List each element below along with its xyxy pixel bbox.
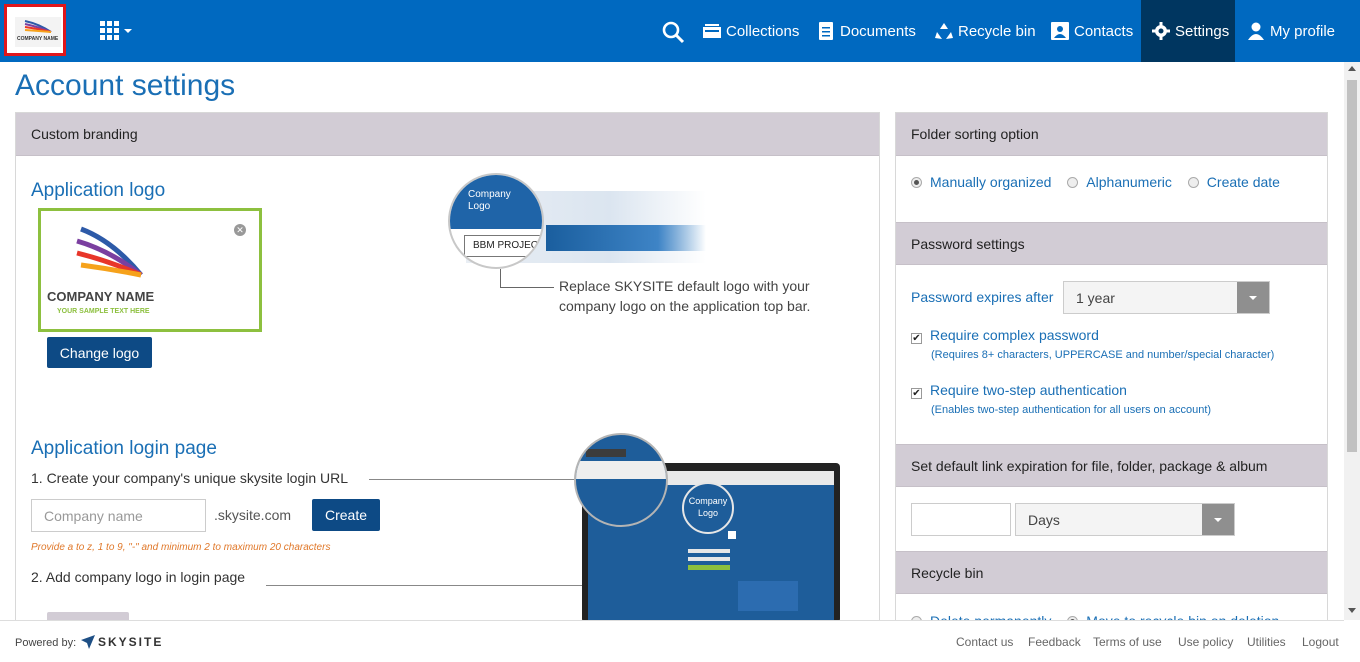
hint-text: Provide a to z, 1 to 9, "-" and minimum … [31,542,331,553]
footer-link-use-policy[interactable]: Use policy [1178,635,1233,649]
vertical-scrollbar[interactable] [1344,62,1360,620]
gear-icon [1152,22,1170,40]
two-step-note: (Enables two-step authentication for all… [931,404,1212,416]
scroll-up-icon[interactable] [1348,66,1356,71]
application-login-title: Application login page [31,438,217,459]
logo-image: COMPANY NAME [15,17,61,47]
nav-recycle-bin[interactable]: Recycle bin [934,0,1036,62]
login-logo-circle: Company Logo [682,482,734,534]
chevron-down-icon [1202,504,1234,535]
company-logo[interactable]: COMPANY NAME [4,4,66,56]
illus-company-logo: Company Logo [468,189,511,212]
top-bar: COMPANY NAME Collections Documents Recyc… [0,0,1360,62]
zoom-circle-login [574,433,668,527]
radio-alphanumeric[interactable]: Alphanumeric [1067,174,1172,190]
create-button[interactable]: Create [312,499,380,531]
password-expires-select[interactable]: 1 year [1063,281,1270,314]
logo-wing-icon [24,20,52,33]
password-expires-label: Password expires after [911,289,1054,305]
nav-settings[interactable]: Settings [1141,0,1235,62]
radio-create-date[interactable]: Create date [1187,174,1280,190]
footer-link-feedback[interactable]: Feedback [1028,635,1081,649]
footer: Powered by: SKYSITE Contact us Feedback … [0,620,1344,662]
step2-text: 2. Add company logo in login page [31,569,246,585]
remove-logo-icon[interactable]: ✕ [234,224,246,236]
apps-menu-button[interactable] [100,21,132,41]
documents-icon [819,22,833,40]
link-expiration-unit-select[interactable]: Days [1015,503,1235,536]
chevron-down-icon [124,29,132,33]
footer-link-terms[interactable]: Terms of use [1093,635,1162,649]
nav-contacts[interactable]: Contacts [1050,0,1133,62]
link-expiration-header: Set default link expiration for file, fo… [896,444,1327,487]
scroll-down-icon[interactable] [1348,608,1356,613]
company-name-input[interactable]: Company name [31,499,206,532]
checkbox-checked-icon: ✔ [911,333,922,344]
nav-documents[interactable]: Documents [816,0,916,62]
two-step-checkbox[interactable]: ✔ Require two-step authentication [911,382,1127,399]
illus-project: BBM PROJEC [464,235,542,257]
password-settings-header: Password settings [896,222,1327,265]
change-logo-button[interactable]: Change logo [47,337,152,368]
custom-branding-header: Custom branding [16,113,879,156]
logo-text: COMPANY NAME [17,36,59,42]
folder-sorting-options: Manually organized Alphanumeric Create d… [911,174,1280,190]
logo-company-name: COMPANY NAME [47,289,155,304]
nav-collections[interactable]: Collections [702,0,799,62]
footer-link-contact-us[interactable]: Contact us [956,635,1013,649]
page-title: Account settings [15,69,236,102]
folder-sorting-header: Folder sorting option [896,113,1327,156]
footer-link-utilities[interactable]: Utilities [1247,635,1286,649]
application-logo-title: Application logo [31,180,166,201]
user-icon [1248,22,1264,40]
settings-side-panel: Folder sorting option Manually organized… [895,112,1328,632]
replace-logo-description: Replace SKYSITE default logo with your c… [559,278,811,314]
domain-suffix: .skysite.com [214,507,292,523]
logo-wing-icon [76,226,143,278]
chevron-down-icon [1237,282,1269,313]
footer-link-logout[interactable]: Logout [1302,635,1339,649]
zoom-circle-topbar: Company Logo BBM PROJEC files [448,173,544,269]
scroll-thumb[interactable] [1347,80,1357,452]
link-expiration-input[interactable] [911,503,1011,536]
collections-icon [703,24,721,38]
complex-password-note: (Requires 8+ characters, UPPERCASE and n… [931,349,1275,361]
radio-manually-organized[interactable]: Manually organized [911,174,1051,190]
powered-by-text: Powered by: [15,637,77,649]
logo-preview: COMPANY NAME YOUR SAMPLE TEXT HERE ✕ [38,208,262,332]
contacts-icon [1051,22,1069,40]
logo-tagline: YOUR SAMPLE TEXT HERE [57,308,150,315]
recycle-icon [935,23,953,39]
search-icon[interactable] [661,20,685,44]
custom-branding-panel: Custom branding Application logo COMPANY… [15,112,880,632]
skysite-logo-icon [81,635,95,649]
recycle-bin-header: Recycle bin [896,551,1327,594]
complex-password-checkbox[interactable]: ✔ Require complex password [911,327,1099,344]
nav-my-profile[interactable]: My profile [1246,0,1335,62]
skysite-brand: SKYSITE [98,635,164,649]
step1-text: 1. Create your company's unique skysite … [31,470,349,486]
checkbox-checked-icon: ✔ [911,388,922,399]
